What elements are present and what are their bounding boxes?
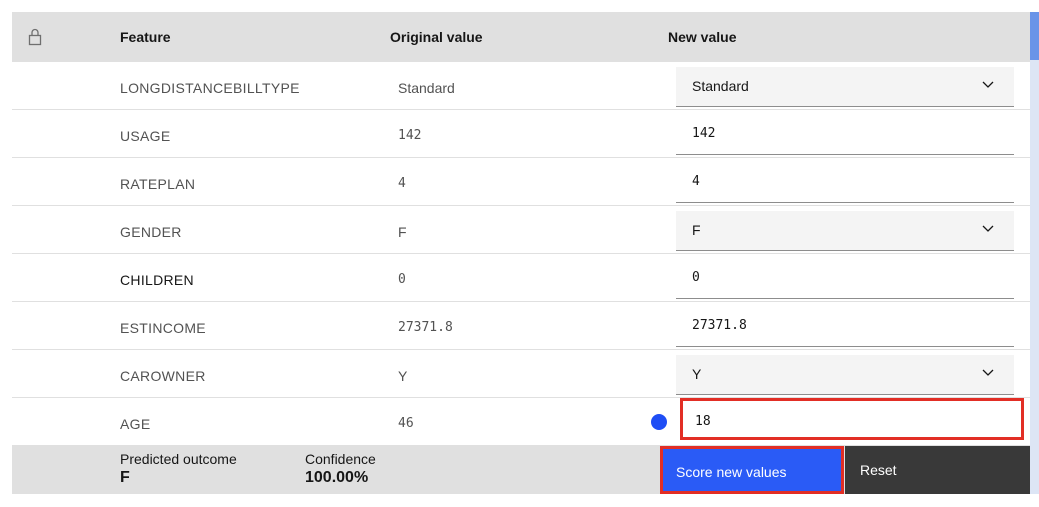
feature-label: RATEPLAN (120, 176, 196, 192)
feature-label: AGE (120, 416, 151, 432)
original-value: 0 (398, 272, 406, 287)
table-row: AGE 46 18 (12, 398, 1030, 446)
feature-label: GENDER (120, 224, 182, 240)
original-value: 4 (398, 176, 406, 191)
chevron-down-icon (982, 225, 994, 232)
chevron-down-icon (982, 81, 994, 88)
feature-label: CAROWNER (120, 368, 206, 384)
predicted-outcome-label: Predicted outcome (120, 451, 237, 467)
longdistancebilltype-select[interactable]: Standard (676, 67, 1014, 107)
select-value: Standard (692, 78, 749, 94)
confidence-label: Confidence (305, 451, 376, 467)
table-row: ESTINCOME 27371.8 27371.8 (12, 302, 1030, 350)
reset-button-label: Reset (860, 462, 897, 478)
usage-input[interactable]: 142 (676, 115, 1014, 155)
vertical-scrollbar[interactable] (1030, 12, 1039, 494)
new-value-column-header: New value (668, 29, 737, 45)
original-value: Standard (398, 80, 455, 96)
original-value: Y (398, 368, 408, 384)
original-value: 46 (398, 416, 414, 431)
table-row: CHILDREN 0 0 (12, 254, 1030, 302)
table-row: CAROWNER Y Y (12, 350, 1030, 398)
changed-indicator-icon (651, 414, 667, 430)
lock-icon[interactable] (28, 28, 42, 46)
original-value: 27371.8 (398, 320, 453, 335)
select-value: Y (692, 366, 702, 382)
reset-button[interactable]: Reset (845, 446, 1030, 494)
children-input[interactable]: 0 (676, 259, 1014, 299)
feature-column-header: Feature (120, 29, 171, 45)
input-value: 18 (695, 414, 711, 429)
table-row: LONGDISTANCEBILLTYPE Standard Standard (12, 62, 1030, 110)
feature-label: CHILDREN (120, 272, 194, 288)
feature-label: USAGE (120, 128, 171, 144)
carowner-select[interactable]: Y (676, 355, 1014, 395)
rateplan-input[interactable]: 4 (676, 163, 1014, 203)
table-header: Feature Original value New value (12, 12, 1030, 62)
confidence-value: 100.00% (305, 469, 369, 486)
gender-select[interactable]: F (676, 211, 1014, 251)
table-row: GENDER F F (12, 206, 1030, 254)
input-value: 142 (692, 126, 716, 141)
original-value: F (398, 224, 407, 240)
predicted-outcome-value: F (120, 469, 130, 486)
score-footer: Predicted outcome F Confidence 100.00% S… (12, 446, 1030, 494)
original-value: 142 (398, 128, 422, 143)
score-button-label: Score new values (676, 464, 787, 480)
table-row: RATEPLAN 4 4 (12, 158, 1030, 206)
feature-label: LONGDISTANCEBILLTYPE (120, 80, 300, 96)
scrollbar-thumb[interactable] (1030, 12, 1039, 60)
table-row: USAGE 142 142 (12, 110, 1030, 158)
original-value-column-header: Original value (390, 29, 483, 45)
age-input[interactable]: 18 (680, 398, 1024, 440)
what-if-panel: Feature Original value New value LONGDIS… (12, 12, 1030, 494)
feature-label: ESTINCOME (120, 320, 206, 336)
estincome-input[interactable]: 27371.8 (676, 307, 1014, 347)
select-value: F (692, 222, 701, 238)
input-value: 27371.8 (692, 318, 747, 333)
score-new-values-button[interactable]: Score new values (660, 446, 844, 494)
input-value: 0 (692, 270, 700, 285)
input-value: 4 (692, 174, 700, 189)
chevron-down-icon (982, 369, 994, 376)
